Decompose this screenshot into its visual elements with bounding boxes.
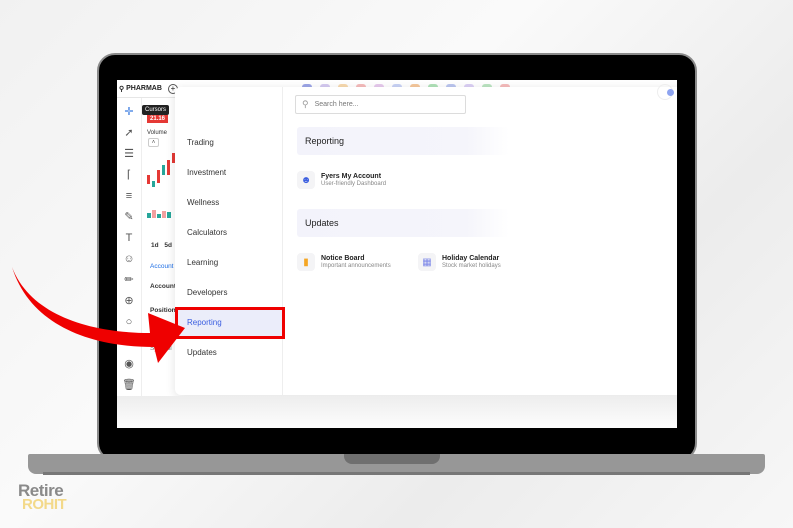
range-buttons: 1d 5d xyxy=(151,242,172,249)
volume-bar xyxy=(147,213,151,218)
card-fyers-my-account[interactable]: ☻ Fyers My Account User-friendly Dashboa… xyxy=(297,171,386,189)
volume-bar xyxy=(167,212,171,218)
card-subtitle: Stock market holidays xyxy=(442,263,501,269)
menu-item-trading[interactable]: Trading xyxy=(178,130,282,156)
card-holiday-calendar[interactable]: ▦ Holiday Calendar Stock market holidays xyxy=(418,253,501,271)
price-badge: 21.16 xyxy=(147,115,169,123)
user-circle-icon: ☻ xyxy=(297,171,315,189)
range-1d[interactable]: 1d xyxy=(151,242,159,249)
pointer-arrow-icon xyxy=(12,267,185,363)
calendar-icon: ▦ xyxy=(418,253,436,271)
pattern-icon[interactable]: ⌈ xyxy=(127,167,131,184)
symbol-search[interactable]: ⚲ PHARMAB xyxy=(119,85,162,93)
volume-bar xyxy=(157,214,161,218)
section-header-updates: Updates xyxy=(297,209,509,237)
profile-button[interactable] xyxy=(657,84,674,100)
volume-bar xyxy=(152,210,156,218)
fib-lines-icon[interactable]: ☰ xyxy=(124,146,134,163)
trend-line-icon[interactable]: ➚ xyxy=(124,125,133,142)
footer-area xyxy=(117,396,677,428)
card-title: Notice Board xyxy=(321,255,365,262)
trash-icon[interactable]: 🗑 xyxy=(122,377,136,394)
clipboard-icon: ▮ xyxy=(297,253,315,271)
brand-line2: ROHIT xyxy=(22,496,67,513)
candle xyxy=(162,165,165,175)
brush-icon[interactable]: ✎ xyxy=(124,209,133,226)
symbol-name: PHARMAB xyxy=(126,85,162,92)
volume-bars xyxy=(147,208,177,218)
menu-item-investment[interactable]: Investment xyxy=(178,160,282,186)
app-screen: ⚲ PHARMAB + ✛ ➚ ☰ ⌈ ≡ ✎ T ☺ ✏ ⊕ ○ ○ xyxy=(117,80,677,428)
laptop-notch xyxy=(344,454,440,464)
volume-bar xyxy=(162,211,166,218)
card-subtitle: User-friendly Dashboard xyxy=(321,181,387,187)
card-title: Fyers My Account xyxy=(321,173,382,180)
menu-item-calculators[interactable]: Calculators xyxy=(178,220,282,246)
card-subtitle: Important announcements xyxy=(321,263,391,269)
search-icon: ⚲ xyxy=(119,85,125,93)
candle xyxy=(167,160,170,175)
brand-logo: Retire ROHIT xyxy=(18,482,67,513)
laptop-base-edge xyxy=(43,472,750,475)
card-title: Holiday Calendar xyxy=(442,255,500,262)
candle xyxy=(152,181,155,187)
menu-item-wellness[interactable]: Wellness xyxy=(178,190,282,216)
search-placeholder: Search here... xyxy=(314,101,359,108)
section-header-reporting: Reporting xyxy=(297,127,509,155)
projection-icon[interactable]: ≡ xyxy=(126,188,132,205)
candle xyxy=(147,175,150,184)
menu-search-input[interactable]: ⚲ Search here... xyxy=(295,95,466,114)
volume-label: Volume xyxy=(147,130,168,136)
search-icon: ⚲ xyxy=(302,99,309,109)
card-notice-board[interactable]: ▮ Notice Board Important announcements xyxy=(297,253,391,271)
collapse-button[interactable]: ˄ xyxy=(148,138,159,147)
range-5d[interactable]: 5d xyxy=(164,242,172,249)
candle xyxy=(157,170,160,183)
text-icon[interactable]: T xyxy=(126,230,133,247)
crosshair-icon[interactable]: ✛ xyxy=(124,104,133,121)
